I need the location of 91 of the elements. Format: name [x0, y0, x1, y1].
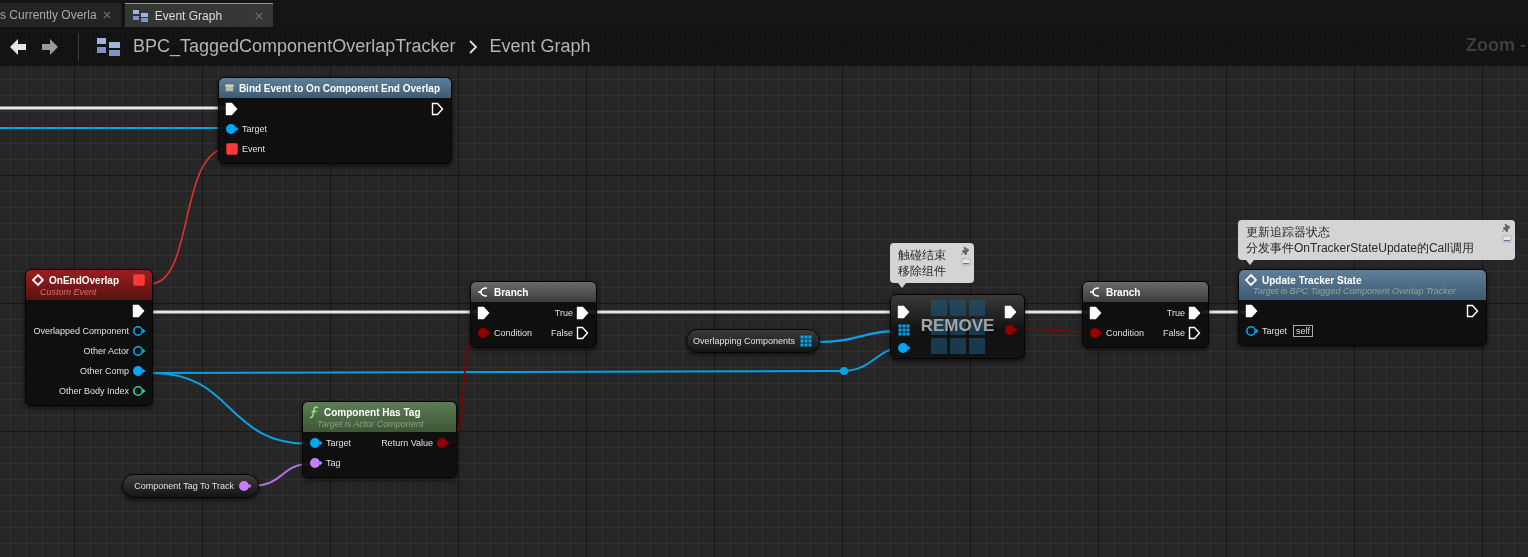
- graph-node[interactable]: Branch True Condition False: [1082, 281, 1209, 348]
- pin-label: Event: [242, 144, 265, 154]
- chevron-right-icon: [467, 38, 478, 55]
- graph-node[interactable]: Component Has Tag Target is Actor Component Target Return Value Tag: [302, 401, 457, 478]
- node-subtitle: Target is BPC Tagged Component Overlap Tracker: [1252, 286, 1457, 296]
- pin-label: False: [551, 328, 573, 338]
- pin-label: Other Comp: [79, 366, 129, 376]
- object-pin[interactable]: [132, 324, 146, 338]
- comment-text: 更新追踪器状态 分发事件OnTrackerStateUpdate的Call调用: [1246, 224, 1475, 256]
- exec-pin[interactable]: [1466, 304, 1480, 318]
- exec-pin[interactable]: [576, 306, 590, 320]
- wire-knot[interactable]: [840, 367, 848, 375]
- exec-pin[interactable]: [1188, 306, 1202, 320]
- name-pin[interactable]: [238, 479, 252, 493]
- pin-label: True: [554, 308, 573, 318]
- node-header[interactable]: Component Has Tag Target is Actor Component: [303, 402, 456, 432]
- pin-label: Condition: [494, 328, 533, 338]
- node-title: Bind Event to On Component End Overlap: [238, 82, 440, 94]
- delegate-pin[interactable]: [225, 142, 239, 156]
- graph-node[interactable]: Branch True Condition False: [470, 281, 597, 348]
- node-icon: [225, 82, 234, 94]
- node-header[interactable]: Branch: [1083, 282, 1208, 302]
- node-subtitle: Target is Actor Component: [316, 418, 425, 429]
- node-title: OnEndOverlap: [49, 274, 119, 286]
- variable-node[interactable]: Component Tag To Track: [122, 474, 259, 498]
- pin-icon[interactable]: [1502, 223, 1512, 243]
- array-pin[interactable]: [897, 323, 911, 337]
- delegate-pin[interactable]: [132, 273, 146, 287]
- blueprint-icon: [132, 9, 149, 22]
- graph-node[interactable]: REMOVE: [890, 294, 1025, 359]
- breadcrumb-current[interactable]: Event Graph: [489, 36, 591, 57]
- pin-label: Return Value: [381, 438, 433, 448]
- exec-pin[interactable]: [1245, 304, 1259, 318]
- exec-pin[interactable]: [477, 306, 491, 320]
- object-pin[interactable]: [897, 341, 911, 355]
- node-title: Component Has Tag: [324, 406, 421, 418]
- blueprint-icon: [97, 37, 121, 56]
- node-header[interactable]: OnEndOverlap Custom Event: [26, 270, 152, 300]
- diamond-icon: [1245, 274, 1257, 286]
- graph-node[interactable]: Bind Event to On Component End Overlap Target Event: [218, 77, 452, 164]
- pin-label: Tag: [326, 458, 341, 468]
- pin-label: Other Body Index: [58, 386, 129, 396]
- graph-node[interactable]: Update Tracker State Target is BPC Tagged Component Overlap Tracker Target self: [1238, 269, 1487, 346]
- variable-name: Component Tag To Track: [134, 481, 234, 491]
- object-pin[interactable]: [132, 344, 146, 358]
- branch-icon: [477, 286, 489, 298]
- object-pin[interactable]: [1245, 324, 1259, 338]
- exec-pin[interactable]: [225, 102, 239, 116]
- pin-label: Condition: [1106, 328, 1145, 338]
- function-icon: [309, 405, 319, 419]
- pin-label: Other Actor: [83, 346, 129, 356]
- exec-pin[interactable]: [1089, 306, 1103, 320]
- pin-label: Target: [1262, 326, 1287, 336]
- exec-pin[interactable]: [1004, 305, 1018, 319]
- object-pin[interactable]: [309, 436, 323, 450]
- default-value-field[interactable]: self: [1293, 325, 1314, 337]
- node-title: Branch: [494, 286, 529, 298]
- object-pin[interactable]: [132, 364, 146, 378]
- name-pin[interactable]: [309, 456, 323, 470]
- variable-node[interactable]: Overlapping Components: [686, 329, 820, 353]
- node-header[interactable]: Branch: [471, 282, 596, 302]
- variable-name: Overlapping Components: [692, 336, 795, 346]
- branch-icon: [1089, 286, 1101, 298]
- array-pin[interactable]: [799, 334, 813, 348]
- node-title: Update Tracker State: [1262, 274, 1362, 286]
- forward-arrow-icon[interactable]: [40, 36, 60, 57]
- node-header[interactable]: Bind Event to On Component End Overlap: [219, 78, 451, 98]
- diamond-icon: [32, 274, 44, 286]
- object-pin[interactable]: [225, 122, 239, 136]
- pin-label: Overlapped Component: [33, 326, 129, 336]
- node-title: Branch: [1106, 286, 1141, 298]
- close-icon[interactable]: [102, 11, 111, 19]
- node-title: REMOVE: [919, 315, 996, 337]
- document-tab[interactable]: s Currently Overla: [0, 3, 121, 27]
- exec-pin[interactable]: [1188, 326, 1202, 340]
- int-pin[interactable]: [132, 384, 146, 398]
- node-subtitle: Custom Event: [39, 287, 98, 297]
- exec-pin[interactable]: [576, 326, 590, 340]
- node-header[interactable]: Update Tracker State Target is BPC Tagged Component Overlap Tracker: [1239, 270, 1486, 300]
- exec-pin[interactable]: [132, 304, 146, 318]
- pin-label: Target: [326, 438, 351, 448]
- breadcrumb-link[interactable]: BPC_TaggedComponentOverlapTracker: [133, 36, 456, 57]
- exec-pin[interactable]: [897, 305, 911, 319]
- document-tab[interactable]: Event Graph: [124, 3, 273, 27]
- graph-node[interactable]: OnEndOverlap Custom Event Overlapped Component Other Actor Other Comp Other Body Index: [25, 269, 153, 406]
- pin-icon[interactable]: [961, 246, 971, 266]
- exec-pin[interactable]: [431, 102, 445, 116]
- pin-label: True: [1166, 308, 1185, 318]
- pin-label: False: [1163, 328, 1185, 338]
- pin-label: Target: [242, 124, 267, 134]
- comment-text: 触碰结束 移除组件: [898, 247, 947, 279]
